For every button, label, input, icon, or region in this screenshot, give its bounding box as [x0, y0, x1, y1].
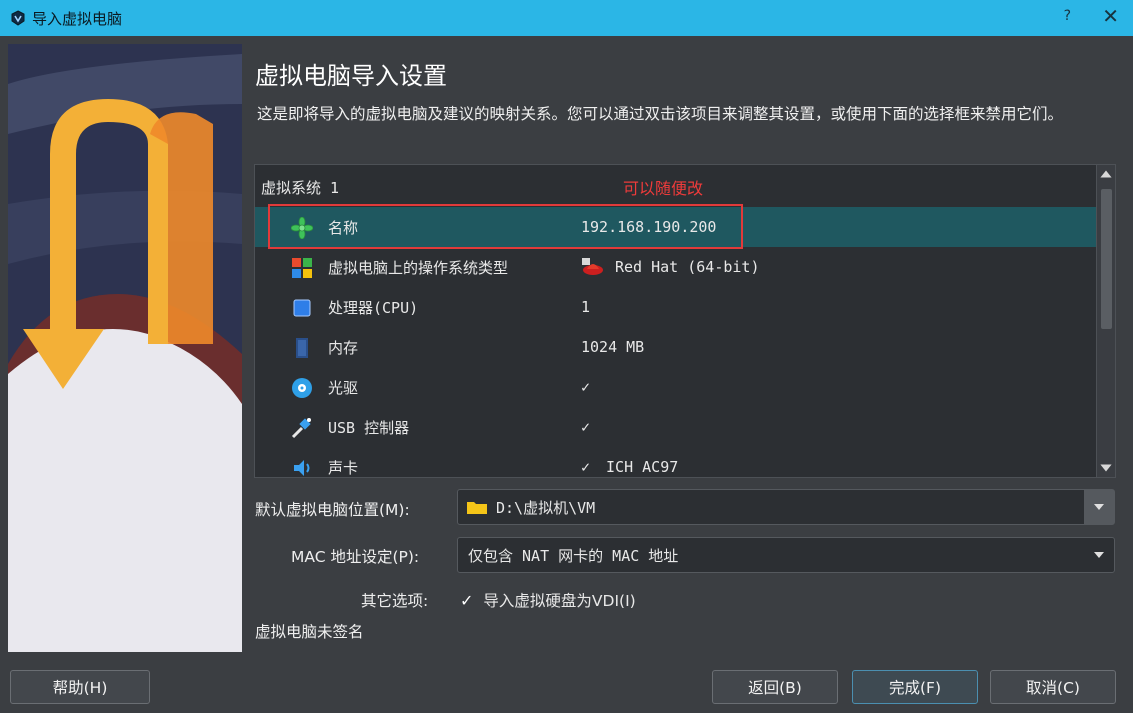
- tree-row-os-type[interactable]: 虚拟电脑上的操作系统类型 Red Hat (64-bit): [255, 247, 1097, 287]
- tree-row-value[interactable]: ✓ ICH AC97: [581, 458, 678, 476]
- page-title: 虚拟电脑导入设置: [255, 62, 447, 90]
- virtual-system-group-label: 虚拟系统 1: [261, 178, 340, 197]
- tree-row-value[interactable]: ✓: [581, 418, 590, 436]
- sound-card-icon: [294, 460, 310, 476]
- tree-row-value[interactable]: Red Hat (64-bit): [581, 257, 760, 277]
- unsigned-notice: 虚拟电脑未签名: [255, 623, 364, 641]
- chevron-down-icon: [1094, 504, 1104, 510]
- usb-icon: [291, 418, 311, 439]
- scroll-up-arrow-icon[interactable]: [1100, 170, 1112, 178]
- mac-policy-value: 仅包含 NAT 网卡的 MAC 地址: [468, 546, 679, 565]
- title-bar: 导入虚拟电脑 ? ✕: [0, 0, 1133, 36]
- tree-row-memory[interactable]: 内存 1024 MB: [255, 327, 1097, 367]
- tree-row-label: 虚拟电脑上的操作系统类型: [328, 258, 509, 277]
- tree-row-optical-drive[interactable]: 光驱 ✓: [255, 367, 1097, 407]
- cpu-icon: [293, 299, 311, 317]
- cancel-button[interactable]: 取消(C): [990, 670, 1116, 704]
- appliance-settings-tree[interactable]: 虚拟系统 1 可以随便改 名称 192.168.190.200 虚拟电脑上的操作…: [254, 164, 1116, 478]
- tree-scrollbar[interactable]: [1096, 165, 1115, 477]
- tree-row-label: 声卡: [328, 458, 359, 477]
- back-button[interactable]: 返回(B): [712, 670, 838, 704]
- sound-card-check: ✓: [581, 458, 591, 476]
- os-type-value: Red Hat (64-bit): [615, 258, 760, 276]
- annotation-text: 可以随便改: [623, 181, 704, 198]
- tree-row-label: 光驱: [328, 378, 359, 397]
- tree-row-value[interactable]: 1: [581, 298, 590, 316]
- scroll-thumb[interactable]: [1101, 189, 1112, 329]
- page-description: 这是即将导入的虚拟电脑及建议的映射关系。您可以通过双击该项目来调整其设置，或使用…: [257, 105, 1064, 123]
- os-type-icon: [292, 258, 312, 278]
- annotation-highlight-box: [268, 204, 743, 249]
- mac-policy-label: MAC 地址设定(P):: [291, 548, 420, 566]
- tree-row-label: USB 控制器: [328, 418, 410, 437]
- window-title: 导入虚拟电脑: [32, 9, 123, 28]
- close-button[interactable]: ✕: [1102, 4, 1119, 28]
- sound-card-value: ICH AC97: [606, 458, 679, 476]
- tree-row-usb[interactable]: USB 控制器 ✓: [255, 407, 1097, 447]
- other-options-label: 其它选项:: [361, 592, 429, 610]
- import-as-vdi-checkbox[interactable]: ✓ 导入虚拟硬盘为VDI(I): [460, 589, 636, 611]
- tree-row-label: 处理器(CPU): [328, 298, 419, 317]
- mac-policy-combo[interactable]: 仅包含 NAT 网卡的 MAC 地址: [457, 537, 1115, 573]
- import-as-vdi-check: ✓: [460, 590, 474, 610]
- memory-icon: [296, 338, 308, 358]
- scroll-down-arrow-icon[interactable]: [1100, 464, 1112, 472]
- import-as-vdi-label: 导入虚拟硬盘为VDI(I): [483, 592, 636, 610]
- chevron-down-icon: [1094, 552, 1104, 558]
- finish-button[interactable]: 完成(F): [852, 670, 978, 704]
- virtualbox-app-icon: [11, 10, 25, 26]
- location-dropdown-button[interactable]: [1084, 490, 1114, 524]
- mac-policy-dropdown-button[interactable]: [1084, 538, 1114, 572]
- import-arrow-illustration: [8, 44, 242, 652]
- import-illustration: [8, 44, 242, 652]
- tree-row-sound-card[interactable]: 声卡 ✓ ICH AC97: [255, 447, 1097, 477]
- optical-drive-icon: [292, 378, 312, 398]
- tree-row-value[interactable]: 1024 MB: [581, 338, 644, 356]
- redhat-icon: [582, 258, 603, 275]
- location-label: 默认虚拟电脑位置(M):: [255, 501, 410, 519]
- help-button[interactable]: 帮助(H): [10, 670, 150, 704]
- tree-row-value[interactable]: ✓: [581, 378, 590, 396]
- tree-row-label: 内存: [328, 338, 359, 357]
- help-title-button[interactable]: ?: [1064, 8, 1071, 24]
- location-combo[interactable]: D:\虚拟机\VM: [457, 489, 1115, 525]
- tree-row-cpu[interactable]: 处理器(CPU) 1: [255, 287, 1097, 327]
- location-value: D:\虚拟机\VM: [496, 498, 596, 517]
- folder-icon: [467, 502, 487, 514]
